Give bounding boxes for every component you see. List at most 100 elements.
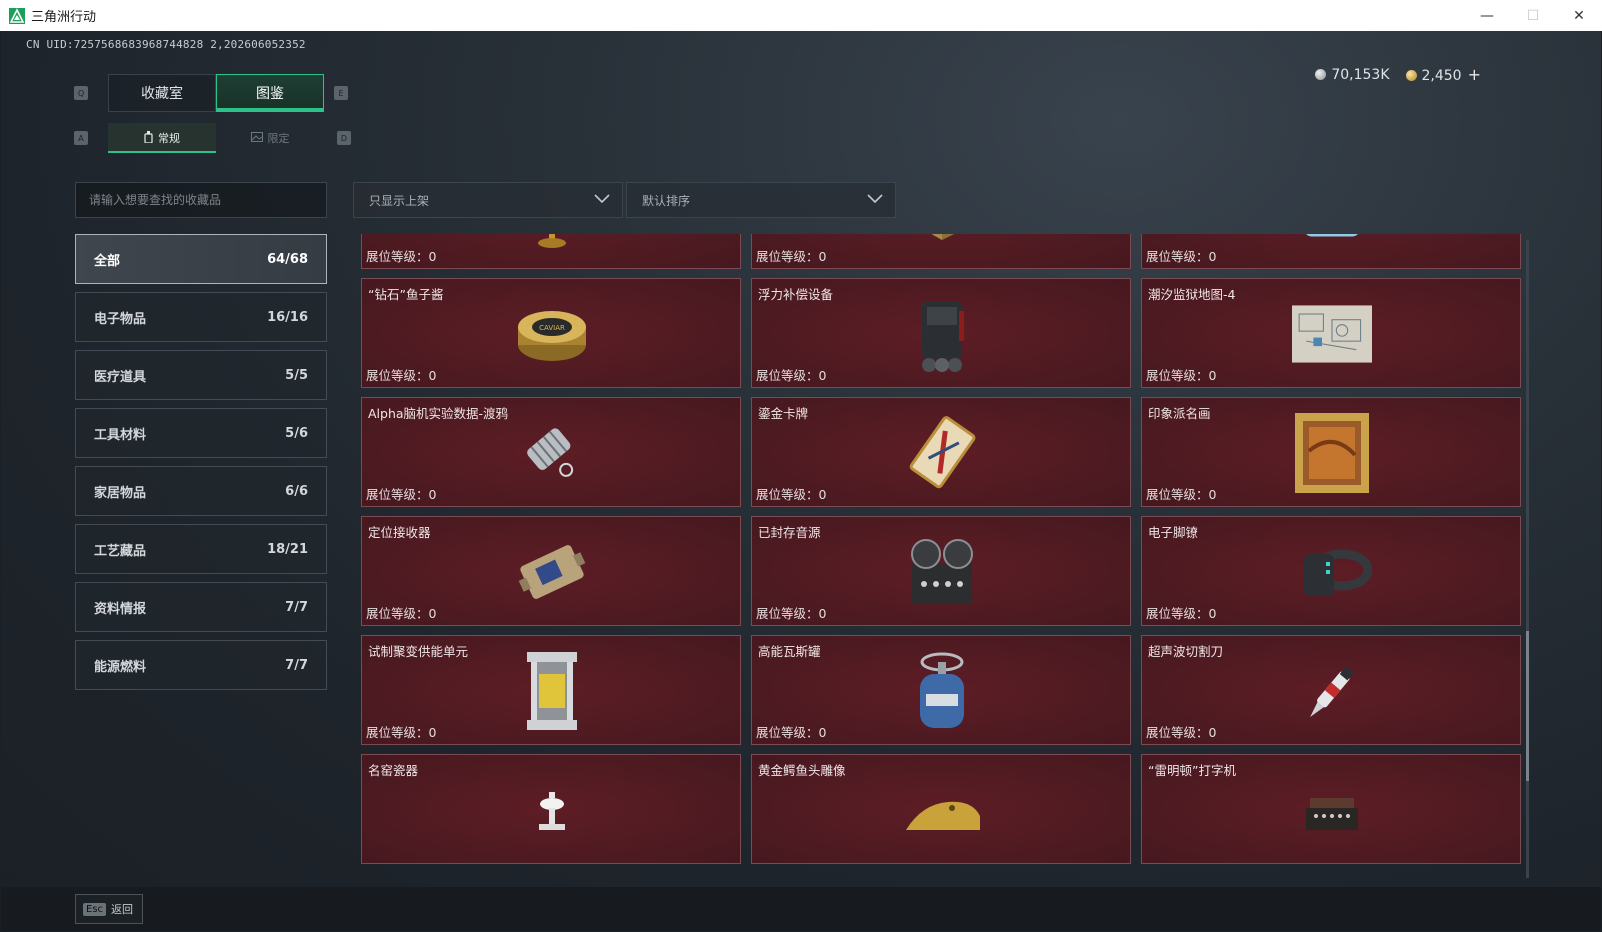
category-count: 7/7: [285, 657, 308, 673]
collectible-name: 潮汐监狱地图-4: [1148, 287, 1236, 302]
close-button[interactable]: ✕: [1556, 0, 1602, 31]
subtab-regular-label: 常规: [158, 132, 180, 145]
category-all[interactable]: 全部 64/68: [75, 234, 327, 284]
collectible-card[interactable]: 展位等级：0: [1141, 234, 1521, 269]
silver-balance: 70,153K: [1315, 66, 1390, 83]
app-logo-icon: [9, 7, 25, 24]
collectible-card[interactable]: 高能瓦斯罐 展位等级：0: [751, 635, 1131, 745]
collectible-name: 浮力补偿设备: [758, 287, 834, 302]
robot-toy-icon: [1292, 234, 1372, 258]
sort-value: 默认排序: [642, 193, 691, 208]
display-level: 展位等级：0: [756, 606, 827, 621]
minimize-button[interactable]: —: [1464, 0, 1510, 31]
collectible-card[interactable]: 名窑瓷器: [361, 754, 741, 864]
gold-balance: 2,450 +: [1405, 65, 1481, 84]
key-hint-q: Q: [74, 86, 88, 100]
display-level: 展位等级：0: [366, 725, 437, 740]
collectible-card[interactable]: 浮力补偿设备 展位等级：0: [751, 278, 1131, 388]
key-hint-d: D: [337, 131, 351, 145]
category-medical[interactable]: 医疗道具 5/5: [75, 350, 327, 400]
collectible-card[interactable]: 电子脚镣 展位等级：0: [1141, 516, 1521, 626]
category-label: 全部: [94, 253, 121, 269]
collection-search-input[interactable]: [75, 182, 327, 218]
fusion-cell-icon: [512, 648, 592, 734]
category-energy[interactable]: 能源燃料 7/7: [75, 640, 327, 690]
display-level: 展位等级：0: [366, 606, 437, 621]
display-level: 展位等级：0: [366, 368, 437, 383]
category-electronics[interactable]: 电子物品 16/16: [75, 292, 327, 342]
collectible-card[interactable]: 试制聚变供能单元 展位等级：0: [361, 635, 741, 745]
locator-receiver-icon: [512, 529, 592, 615]
collectible-card[interactable]: Alpha脑机实验数据-渡鸦 展位等级：0: [361, 397, 741, 507]
collectible-card[interactable]: 展位等级：0: [751, 234, 1131, 269]
collectible-card[interactable]: 鎏金卡牌展位等级：0: [751, 397, 1131, 507]
display-level: 展位等级：0: [366, 487, 437, 502]
shelf-filter-dropdown[interactable]: 只显示上架: [353, 182, 623, 218]
game-viewport: CN UID:7257568683968744828 2,20260605235…: [1, 31, 1601, 931]
collectible-name: 超声波切割刀: [1148, 644, 1224, 659]
collectible-card[interactable]: “雷明顿”打字机: [1141, 754, 1521, 864]
display-level: 展位等级：0: [756, 725, 827, 740]
category-label: 家居物品: [94, 485, 147, 501]
collectible-name: 定位接收器: [368, 525, 431, 540]
bottle-icon: [144, 130, 153, 146]
display-level: 展位等级：0: [366, 249, 437, 264]
display-level: 展位等级：0: [1146, 725, 1217, 740]
collectible-card[interactable]: “钻石”鱼子酱 CAVIAR 展位等级：0: [361, 278, 741, 388]
category-label: 工具材料: [94, 427, 147, 443]
collectible-card[interactable]: 潮汐监狱地图-4 展位等级：0: [1141, 278, 1521, 388]
collectible-name: Alpha脑机实验数据-渡鸦: [368, 406, 509, 421]
display-level: 展位等级：0: [1146, 249, 1217, 264]
key-hint-a: A: [74, 131, 88, 145]
back-button[interactable]: Esc 返回: [75, 894, 143, 924]
reel-recorder-icon: [902, 529, 982, 615]
subtab-limited[interactable]: 限定: [216, 123, 324, 153]
collectible-name: 鎏金卡牌: [758, 406, 809, 421]
display-level: 展位等级：0: [1146, 606, 1217, 621]
category-count: 16/16: [267, 309, 308, 325]
category-count: 18/21: [267, 541, 308, 557]
caviar-tin-icon: CAVIAR: [512, 291, 592, 377]
chevron-down-icon: [867, 193, 883, 207]
ankle-monitor-icon: [1292, 529, 1372, 615]
category-household[interactable]: 家居物品 6/6: [75, 466, 327, 516]
collectible-card[interactable]: 超声波切割刀 展位等级：0: [1141, 635, 1521, 745]
uid-label: CN UID:7257568683968744828 2,20260605235…: [26, 38, 306, 51]
sort-dropdown[interactable]: 默认排序: [626, 182, 896, 218]
category-tools[interactable]: 工具材料 5/6: [75, 408, 327, 458]
picture-icon: [250, 131, 263, 145]
category-crafts[interactable]: 工艺藏品 18/21: [75, 524, 327, 574]
collectible-name: 黄金鳄鱼头雕像: [758, 763, 846, 778]
tab-catalog[interactable]: 图鉴: [216, 74, 324, 112]
gold-coin-icon: [1405, 70, 1417, 81]
category-label: 医疗道具: [94, 369, 147, 385]
subtab-regular[interactable]: 常规: [108, 123, 216, 153]
maximize-button[interactable]: ☐: [1510, 0, 1556, 31]
silver-amount: 70,153K: [1331, 66, 1390, 83]
back-label: 返回: [111, 903, 134, 916]
ultrasonic-knife-icon: [1292, 648, 1372, 734]
main-tabs: 收藏室 图鉴: [108, 74, 324, 112]
typewriter-icon: [1292, 767, 1372, 853]
grid-scrollbar-thumb[interactable]: [1526, 631, 1529, 781]
tab-collection-room[interactable]: 收藏室: [108, 74, 216, 112]
collectible-card[interactable]: 黄金鳄鱼头雕像: [751, 754, 1131, 864]
gold-croc-head-icon: [902, 767, 982, 853]
category-label: 电子物品: [94, 311, 147, 327]
grid-scrollbar-track[interactable]: [1526, 240, 1529, 878]
svg-text:CAVIAR: CAVIAR: [539, 324, 565, 332]
category-intel[interactable]: 资料情报 7/7: [75, 582, 327, 632]
collectible-name: 名窑瓷器: [368, 763, 419, 778]
collectible-card[interactable]: 定位接收器展位等级：0: [361, 516, 741, 626]
buoyancy-device-icon: [902, 291, 982, 377]
collectible-card[interactable]: 已封存音源 展位等级：0: [751, 516, 1131, 626]
collectible-name: “雷明顿”打字机: [1148, 763, 1236, 778]
category-label: 资料情报: [94, 601, 147, 617]
display-level: 展位等级：0: [756, 487, 827, 502]
collectible-name: 印象派名画: [1148, 406, 1211, 421]
key-hint-e: E: [334, 86, 348, 100]
collectible-card[interactable]: 印象派名画 展位等级：0: [1141, 397, 1521, 507]
add-currency-button[interactable]: +: [1468, 65, 1481, 84]
subtab-limited-label: 限定: [267, 132, 290, 145]
collectible-card[interactable]: 展位等级：0: [361, 234, 741, 269]
